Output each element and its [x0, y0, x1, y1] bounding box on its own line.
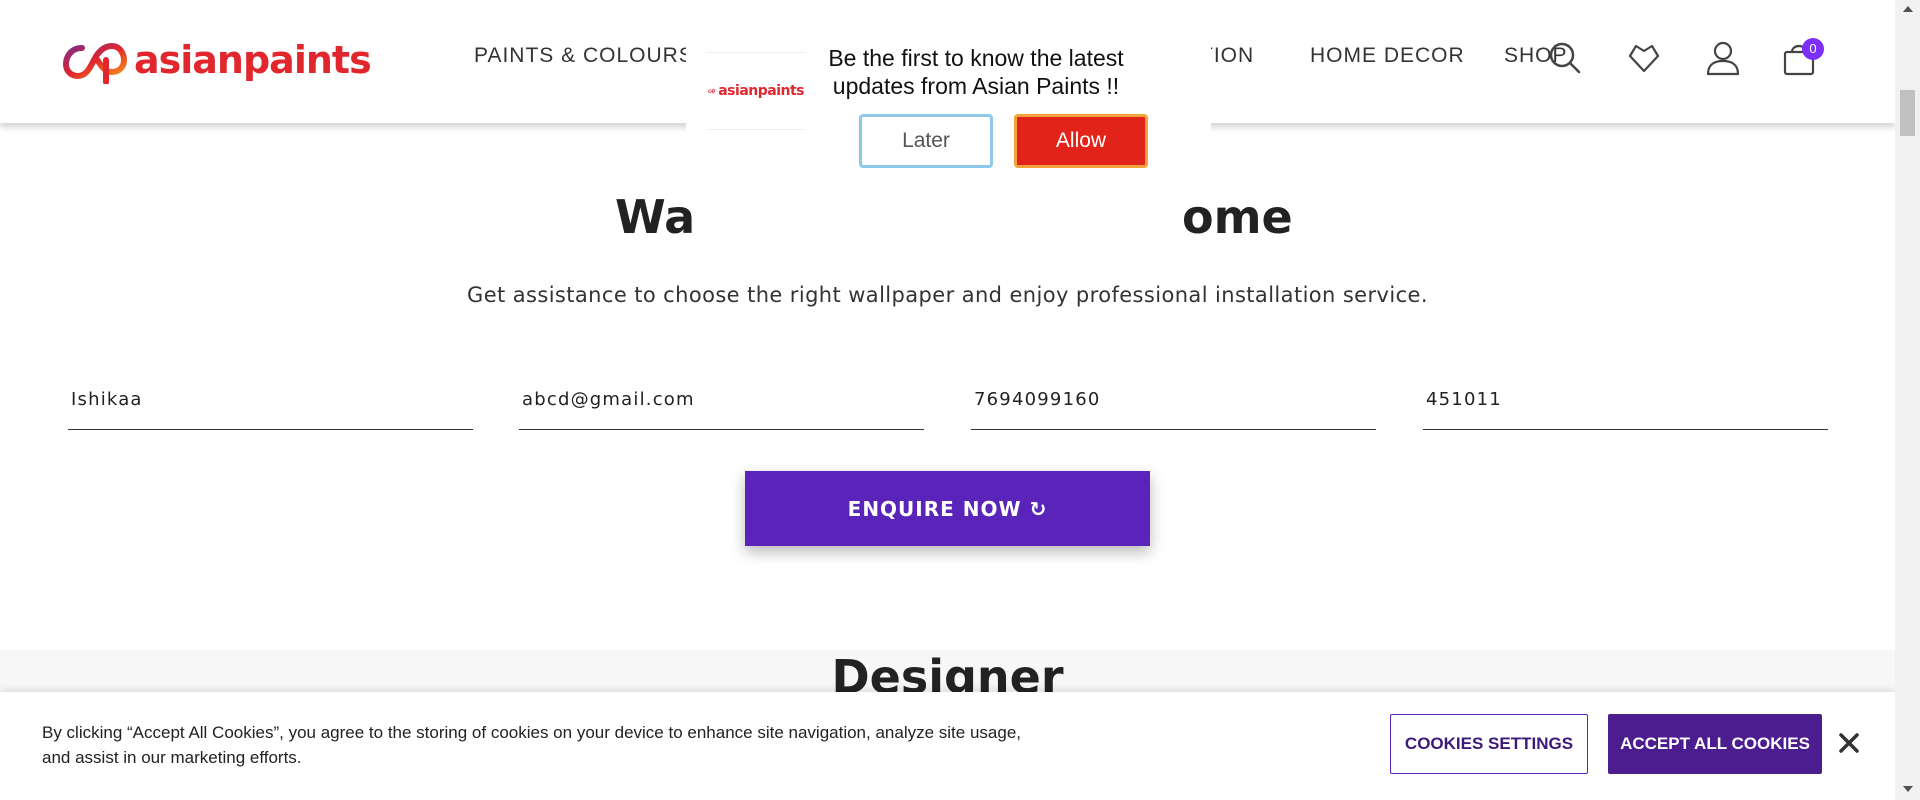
cart-count-badge: 0 — [1802, 38, 1824, 60]
refresh-icon: ↻ — [1029, 496, 1048, 521]
logo-mark-icon — [62, 42, 128, 84]
section-subtitle: Get assistance to choose the right wallp… — [467, 283, 1428, 307]
pincode-input[interactable] — [1423, 378, 1828, 420]
notification-permission-prompt: asianpaints Be the first to know the lat… — [686, 0, 1211, 180]
scroll-up-arrow-icon[interactable] — [1903, 6, 1913, 12]
cookie-message: By clicking “Accept All Cookies”, you ag… — [42, 723, 1021, 767]
allow-button[interactable]: Allow — [1014, 114, 1148, 168]
enquire-now-button[interactable]: ENQUIRE NOW ↻ — [745, 471, 1150, 546]
scroll-down-arrow-icon[interactable] — [1903, 786, 1913, 792]
section-heading-end: ome — [1182, 190, 1293, 244]
name-input[interactable] — [68, 378, 473, 420]
phone-field[interactable] — [971, 378, 1376, 430]
pincode-field[interactable] — [1423, 378, 1828, 430]
prompt-logo-text: asianpaints — [718, 83, 804, 99]
email-field[interactable] — [519, 378, 924, 430]
accept-all-cookies-button[interactable]: ACCEPT ALL COOKIES — [1608, 714, 1822, 774]
prompt-message: Be the first to know the latest updates … — [828, 45, 1124, 99]
cookie-consent-bar: By clicking “Accept All Cookies”, you ag… — [0, 692, 1895, 800]
brand-name: asianpaints — [134, 38, 372, 82]
user-icon[interactable] — [1703, 38, 1743, 78]
logo-mark-icon — [708, 89, 716, 94]
cookies-settings-button[interactable]: COOKIES SETTINGS — [1390, 714, 1588, 774]
phone-input[interactable] — [971, 378, 1376, 420]
later-button[interactable]: Later — [859, 114, 993, 168]
prompt-logo: asianpaints — [708, 52, 804, 130]
email-input[interactable] — [519, 378, 924, 420]
page-scrollbar[interactable] — [1895, 0, 1920, 800]
heart-icon[interactable] — [1624, 38, 1664, 78]
close-icon[interactable] — [1834, 728, 1864, 758]
nav-item-home-decor[interactable]: HOME DECOR — [1310, 44, 1465, 68]
scrollbar-thumb[interactable] — [1900, 90, 1915, 136]
search-icon[interactable] — [1545, 38, 1585, 78]
brand-logo[interactable]: asianpaints — [60, 36, 372, 84]
section-heading-start: Wa — [615, 190, 696, 244]
name-field[interactable] — [68, 378, 473, 430]
nav-item-paints-colours[interactable]: PAINTS & COLOURS — [474, 44, 694, 68]
enquire-now-label: ENQUIRE NOW — [847, 496, 1022, 521]
